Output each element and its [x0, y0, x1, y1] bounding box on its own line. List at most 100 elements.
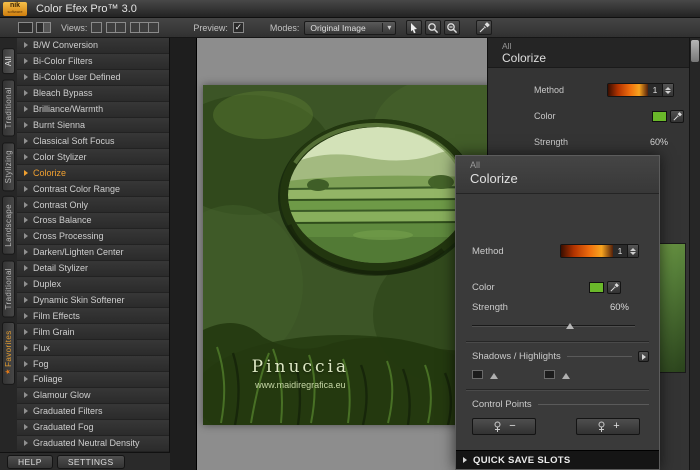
settings-panel-header: All Colorize: [488, 38, 700, 68]
method-dropdown[interactable]: 1: [560, 244, 639, 258]
filter-list-item[interactable]: Burnt Sienna: [17, 117, 169, 134]
color-swatch[interactable]: [589, 281, 604, 293]
filter-list-item[interactable]: Darken/Lighten Center: [17, 244, 169, 261]
filter-expand-icon: [24, 58, 28, 65]
preview-checkbox[interactable]: ✓: [232, 22, 244, 33]
preview-image: Pinuccia www.maidiregrafica.eu: [163, 75, 533, 455]
strength-slider[interactable]: [472, 322, 635, 331]
filter-list-item[interactable]: Detail Stylizer: [17, 260, 169, 277]
eyedropper-button[interactable]: [670, 109, 684, 123]
filter-list-item[interactable]: Foliage: [17, 372, 169, 388]
filter-list-item[interactable]: Flux: [17, 340, 169, 357]
tab-traditional-2[interactable]: Traditional: [2, 259, 15, 318]
strength-label: Strength: [534, 137, 569, 147]
slider-marker-icon[interactable]: [562, 373, 570, 379]
shadows-slider[interactable]: [472, 370, 498, 379]
split-pane-view-icon[interactable]: [36, 22, 51, 33]
tab-all[interactable]: All: [2, 48, 15, 75]
background-color-tool-button[interactable]: [476, 20, 493, 35]
view-single-button[interactable]: [91, 22, 103, 33]
cursor-tool-button[interactable]: [406, 20, 423, 35]
tab-favorites[interactable]: ★ Favorites: [2, 322, 15, 386]
view-compare-button[interactable]: [130, 22, 160, 33]
help-button[interactable]: HELP: [7, 454, 53, 469]
filter-label: Graduated Filters: [33, 406, 103, 417]
filter-list-item[interactable]: Cross Balance: [17, 212, 169, 229]
tab-traditional-1[interactable]: Traditional: [2, 79, 15, 137]
method-spinner[interactable]: [627, 245, 638, 257]
filter-label: Flux: [33, 342, 51, 353]
slider-marker-icon[interactable]: [490, 373, 498, 379]
expand-shadows-button[interactable]: [638, 351, 649, 362]
filter-list-item[interactable]: Classical Soft Focus: [17, 133, 169, 150]
panel-scrollbar[interactable]: [689, 38, 700, 470]
tab-landscape[interactable]: Landscape: [2, 195, 15, 255]
filter-list-item[interactable]: Film Grain: [17, 324, 169, 341]
eyedropper-button[interactable]: [607, 280, 621, 294]
floating-panel-body: Method 1 Color Strength 60% Shadows / Hi…: [456, 242, 659, 435]
views-label: Views:: [61, 22, 88, 33]
filter-list-item[interactable]: Glamour Glow: [17, 387, 169, 404]
filter-expand-icon: [24, 42, 28, 49]
filter-list-item[interactable]: Cross Processing: [17, 228, 169, 245]
control-point-icon: [598, 421, 605, 432]
highlights-slider[interactable]: [544, 370, 570, 379]
slider-track: [472, 325, 635, 326]
filter-label: Colorize: [33, 167, 67, 178]
filter-list-item[interactable]: Dynamic Skin Softener: [17, 292, 169, 309]
filter-list-item[interactable]: Bi-Color User Defined: [17, 69, 169, 86]
divider: [466, 341, 649, 342]
spinner-down-icon: [630, 251, 636, 255]
group-label: All: [502, 41, 512, 51]
modes-dropdown[interactable]: Original Image ▾: [304, 20, 397, 35]
quick-save-slots-bar[interactable]: QUICK SAVE SLOTS: [456, 450, 659, 469]
scrollbar-thumb[interactable]: [691, 40, 699, 62]
filter-expand-icon: [24, 217, 28, 224]
preview-label: Preview:: [193, 22, 228, 33]
filter-expand-icon: [24, 281, 28, 288]
control-points-section: Control Points: [456, 399, 659, 410]
filter-list-item[interactable]: Colorize: [17, 165, 169, 182]
filter-list-item[interactable]: Film Effects: [17, 308, 169, 325]
filter-list-item[interactable]: Contrast Color Range: [17, 181, 169, 198]
filter-list-item[interactable]: Fog: [17, 356, 169, 373]
filter-list-item[interactable]: Graduated Filters: [17, 403, 169, 420]
zoom-tool-button[interactable]: [425, 20, 442, 35]
group-label: All: [470, 160, 481, 170]
filter-expand-icon: [24, 344, 28, 351]
chevron-right-icon: [463, 457, 467, 463]
divider: [466, 389, 649, 390]
color-swatch[interactable]: [652, 110, 667, 122]
check-icon: ✓: [234, 22, 243, 32]
image-caption: Pinuccia: [251, 357, 350, 377]
method-spinner[interactable]: [662, 84, 673, 96]
slider-marker-icon[interactable]: [565, 323, 574, 329]
remove-control-point-button[interactable]: −: [472, 418, 536, 435]
filter-list-item[interactable]: Contrast Only: [17, 197, 169, 213]
add-control-point-button[interactable]: +: [576, 418, 640, 435]
zoom-fit-button[interactable]: [444, 20, 461, 35]
filter-list-item[interactable]: Brilliance/Warmth: [17, 101, 169, 118]
filter-list-item[interactable]: Bi-Color Filters: [17, 53, 169, 70]
filter-list-item[interactable]: Color Stylizer: [17, 149, 169, 166]
filter-expand-icon: [24, 106, 28, 113]
filter-expand-icon: [24, 296, 28, 303]
filter-expand-icon: [24, 153, 28, 160]
floating-panel-header[interactable]: All Colorize: [456, 156, 659, 194]
filter-list-item[interactable]: B/W Conversion: [17, 38, 169, 54]
highlight-swatch: [544, 370, 555, 379]
tab-label: Stylizing: [4, 149, 13, 183]
view-split-button[interactable]: [106, 22, 127, 33]
filter-list-item[interactable]: Graduated Neutral Density: [17, 435, 169, 452]
single-pane-view-icon[interactable]: [18, 22, 33, 33]
method-dropdown[interactable]: 1: [607, 83, 674, 97]
filter-list-item[interactable]: Graduated Fog: [17, 419, 169, 436]
tab-stylizing[interactable]: Stylizing: [2, 141, 15, 191]
settings-button[interactable]: SETTINGS: [56, 454, 125, 469]
filter-list-item[interactable]: Bleach Bypass: [17, 85, 169, 102]
titlebar: nik software Color Efex Pro™ 3.0: [0, 0, 700, 18]
filter-list: B/W Conversion Bi-Color Filters Bi-Color…: [17, 38, 170, 452]
method-value: 1: [652, 85, 658, 95]
spinner-up-icon: [630, 247, 636, 251]
filter-list-item[interactable]: Duplex: [17, 276, 169, 293]
